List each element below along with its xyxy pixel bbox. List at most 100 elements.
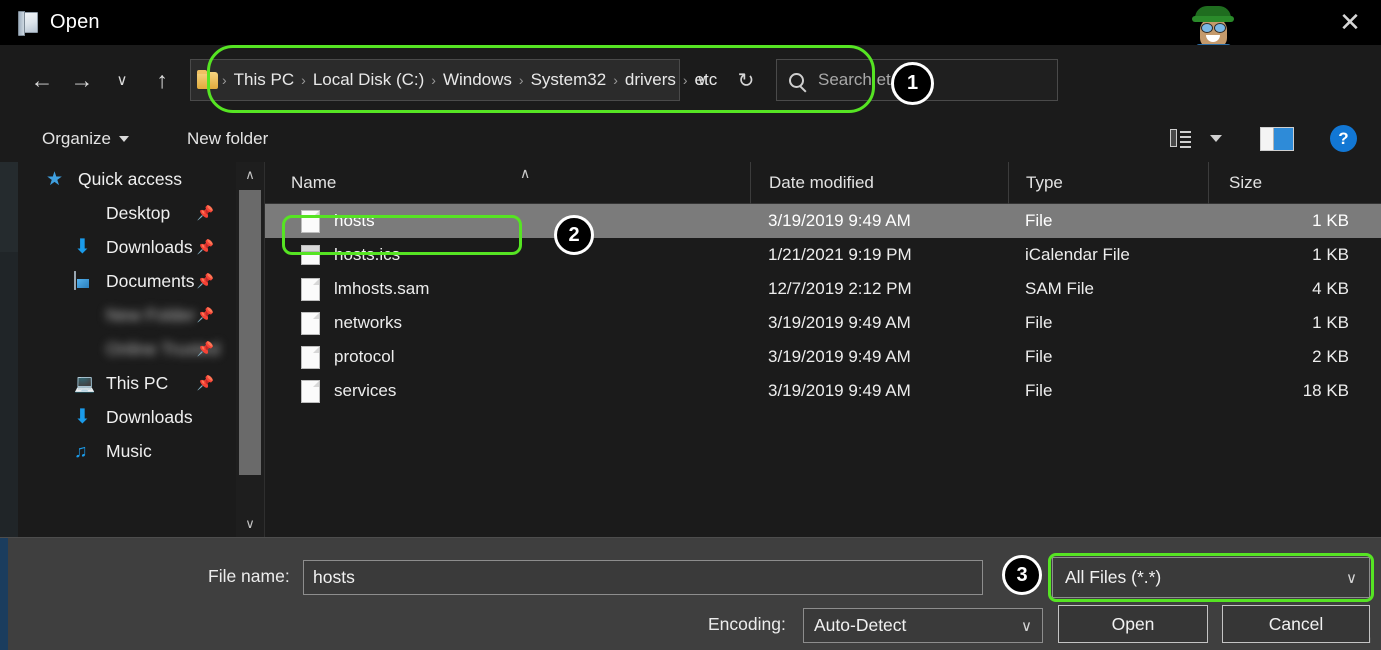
- search-placeholder: Search etc: [818, 70, 899, 90]
- organize-button[interactable]: Organize: [42, 129, 129, 149]
- close-icon[interactable]: ✕: [1319, 0, 1381, 45]
- column-header-size[interactable]: Size: [1208, 162, 1381, 204]
- sidebar-item-documents[interactable]: Documents 📌: [18, 264, 236, 298]
- address-bar[interactable]: › This PC › Local Disk (C:) › Windows › …: [190, 59, 680, 101]
- file-type: File: [1008, 211, 1208, 231]
- file-name-input[interactable]: hosts: [303, 560, 983, 595]
- file-icon: [301, 278, 320, 301]
- encoding-value: Auto-Detect: [814, 615, 906, 636]
- footer-edge-accent: [0, 538, 8, 650]
- calendar-icon: [301, 245, 320, 265]
- desktop-icon: [74, 204, 95, 223]
- pin-icon[interactable]: 📌: [197, 375, 214, 392]
- file-type: iCalendar File: [1008, 245, 1208, 265]
- file-name-cell: hosts.ics: [265, 245, 750, 265]
- navigation-pane: ★ Quick access Desktop 📌 ⬇ Downloads 📌 D…: [18, 162, 236, 537]
- file-date: 12/7/2019 2:12 PM: [750, 279, 1008, 299]
- folder-icon: [74, 340, 95, 359]
- scroll-up-icon[interactable]: ∧: [236, 162, 264, 188]
- folder-icon: [197, 72, 218, 89]
- scrollbar-thumb[interactable]: [239, 190, 261, 475]
- sidebar-item-this-pc[interactable]: 💻 This PC 📌: [18, 366, 236, 400]
- pin-icon[interactable]: 📌: [197, 239, 214, 256]
- breadcrumb-item-drivers[interactable]: drivers: [620, 68, 681, 92]
- sidebar-item-redacted-1[interactable]: New Folder 📌: [18, 298, 236, 332]
- file-icon: [301, 210, 320, 233]
- breadcrumb-item-system32[interactable]: System32: [526, 68, 612, 92]
- pin-icon[interactable]: 📌: [197, 205, 214, 222]
- table-row[interactable]: networks 3/19/2019 9:49 AM File 1 KB: [265, 306, 1381, 340]
- table-row[interactable]: services 3/19/2019 9:49 AM File 18 KB: [265, 374, 1381, 408]
- forward-icon[interactable]: →: [62, 60, 102, 100]
- file-name-cell: networks: [265, 312, 750, 335]
- view-options-icon[interactable]: [1170, 129, 1192, 149]
- preview-pane-icon[interactable]: [1260, 127, 1294, 151]
- main-area: ★ Quick access Desktop 📌 ⬇ Downloads 📌 D…: [0, 162, 1381, 537]
- file-name-cell: services: [265, 380, 750, 403]
- file-name: hosts.ics: [334, 245, 400, 265]
- file-name: networks: [334, 313, 402, 333]
- breadcrumb-item-this-pc[interactable]: This PC: [229, 68, 299, 92]
- file-size: 2 KB: [1208, 347, 1381, 367]
- sidebar-item-music[interactable]: ♫ Music: [18, 434, 236, 468]
- cancel-button[interactable]: Cancel: [1222, 605, 1370, 643]
- encoding-dropdown[interactable]: Auto-Detect ∨: [803, 608, 1043, 643]
- chevron-down-icon: ∨: [1021, 617, 1032, 635]
- sidebar-item-downloads[interactable]: ⬇ Downloads 📌: [18, 230, 236, 264]
- recent-locations-icon[interactable]: ∨: [102, 60, 142, 100]
- refresh-icon[interactable]: ↻: [724, 59, 768, 101]
- folder-icon: [74, 306, 95, 325]
- file-name-cell: protocol: [265, 346, 750, 369]
- sidebar-item-quick-access[interactable]: ★ Quick access: [18, 162, 236, 196]
- column-header-name[interactable]: Name ∧: [265, 162, 750, 204]
- sidebar-item-label: Desktop: [106, 203, 170, 224]
- pin-icon[interactable]: 📌: [197, 273, 214, 290]
- sidebar-item-desktop[interactable]: Desktop 📌: [18, 196, 236, 230]
- column-header-date-modified[interactable]: Date modified: [750, 162, 1008, 204]
- chevron-down-icon: [119, 136, 129, 142]
- file-name: hosts: [334, 211, 375, 231]
- table-row[interactable]: hosts.ics 1/21/2021 9:19 PM iCalendar Fi…: [265, 238, 1381, 272]
- breadcrumb-separator: ›: [220, 72, 229, 88]
- help-icon[interactable]: ?: [1330, 125, 1357, 152]
- up-icon[interactable]: ↑: [142, 60, 182, 100]
- back-icon[interactable]: ←: [22, 60, 62, 100]
- new-folder-button[interactable]: New folder: [187, 129, 268, 149]
- download-icon: ⬇: [74, 238, 95, 257]
- file-size: 4 KB: [1208, 279, 1381, 299]
- file-type: File: [1008, 313, 1208, 333]
- sidebar-item-label: Documents: [106, 271, 195, 292]
- file-size: 1 KB: [1208, 245, 1381, 265]
- breadcrumb-item-windows[interactable]: Windows: [438, 68, 517, 92]
- pc-icon: 💻: [74, 374, 95, 393]
- mascot-decoration: [1190, 4, 1238, 48]
- organize-label: Organize: [42, 129, 111, 149]
- breadcrumb-item-etc[interactable]: etc: [690, 68, 723, 92]
- table-row[interactable]: protocol 3/19/2019 9:49 AM File 2 KB: [265, 340, 1381, 374]
- open-file-dialog: Open ✕ ← → ∨ ↑ › This PC › Local Disk (C…: [0, 0, 1381, 650]
- sidebar-item-redacted-2[interactable]: Online Trusted 📌: [18, 332, 236, 366]
- navigation-bar: ← → ∨ ↑ › This PC › Local Disk (C:) › Wi…: [0, 45, 1381, 115]
- search-icon: [789, 73, 804, 88]
- file-type-dropdown[interactable]: All Files (*.*) ∨: [1052, 557, 1370, 598]
- column-header-type[interactable]: Type: [1008, 162, 1208, 204]
- pin-icon[interactable]: 📌: [197, 341, 214, 358]
- sidebar-item-downloads-2[interactable]: ⬇ Downloads: [18, 400, 236, 434]
- breadcrumb-separator: ›: [299, 72, 308, 88]
- chevron-down-icon[interactable]: [1210, 135, 1222, 142]
- file-date: 3/19/2019 9:49 AM: [750, 211, 1008, 231]
- pin-icon[interactable]: 📌: [197, 307, 214, 324]
- file-name: services: [334, 381, 396, 401]
- sidebar-item-label: This PC: [106, 373, 168, 394]
- sidebar-item-label: New Folder: [106, 305, 195, 326]
- column-headers: Name ∧ Date modified Type Size: [265, 162, 1381, 204]
- table-row[interactable]: hosts 3/19/2019 9:49 AM File 1 KB: [265, 204, 1381, 238]
- search-input[interactable]: Search etc: [776, 59, 1058, 101]
- table-row[interactable]: lmhosts.sam 12/7/2019 2:12 PM SAM File 4…: [265, 272, 1381, 306]
- sidebar-scrollbar[interactable]: ∧ ∨: [236, 162, 264, 537]
- scroll-down-icon[interactable]: ∨: [236, 511, 264, 537]
- breadcrumb-item-local-disk[interactable]: Local Disk (C:): [308, 68, 429, 92]
- file-date: 3/19/2019 9:49 AM: [750, 381, 1008, 401]
- file-type: SAM File: [1008, 279, 1208, 299]
- open-button[interactable]: Open: [1058, 605, 1208, 643]
